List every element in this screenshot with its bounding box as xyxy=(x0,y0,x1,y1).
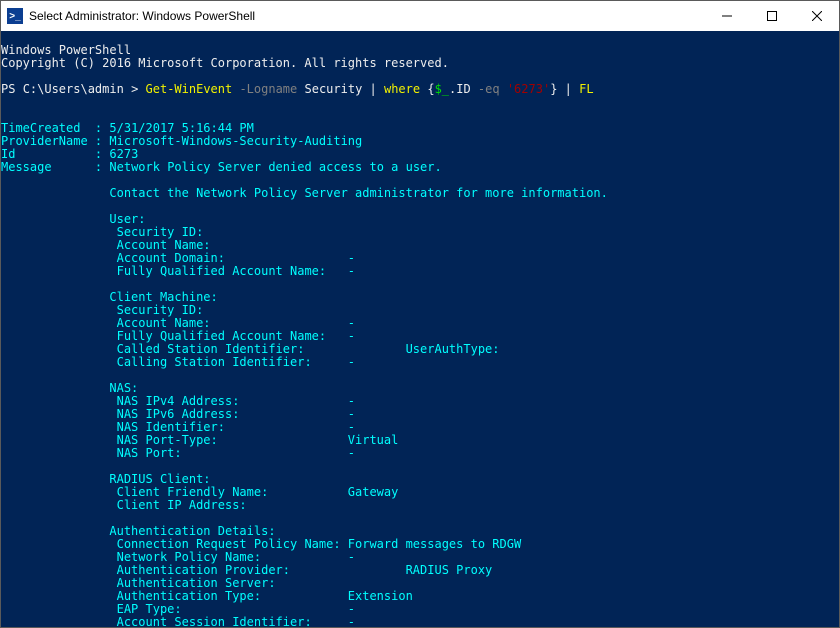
terminal-body[interactable]: Windows PowerShell Copyright (C) 2016 Mi… xyxy=(1,31,839,627)
section-nas: NAS: xyxy=(109,381,138,395)
client-called-station: Called Station Identifier: UserAuthType: xyxy=(109,342,499,356)
cmdlet-getwinevent: Get-WinEvent xyxy=(146,82,233,96)
window-title: Select Administrator: Windows PowerShell xyxy=(29,9,704,23)
user-account-domain: Account Domain: - xyxy=(109,251,355,265)
section-radius: RADIUS Client: xyxy=(109,472,210,486)
auth-eap: EAP Type: - xyxy=(109,602,355,616)
lbl-timecreated: TimeCreated xyxy=(1,121,88,135)
terminal-output: Windows PowerShell Copyright (C) 2016 Mi… xyxy=(1,44,839,627)
cmdlet-where: where xyxy=(384,82,420,96)
pipe2: | xyxy=(557,82,579,96)
val-id: 6273 xyxy=(109,147,138,161)
powershell-icon: >_ xyxy=(7,8,23,24)
val-message1: Network Policy Server denied access to a… xyxy=(109,160,441,174)
section-auth: Authentication Details: xyxy=(109,524,275,538)
minimize-button[interactable] xyxy=(704,1,749,31)
radius-ip: Client IP Address: xyxy=(109,498,246,512)
lbl-providername: ProviderName xyxy=(1,134,88,148)
op-eq: -eq xyxy=(471,82,500,96)
lbl-id: Id xyxy=(1,147,88,161)
val-providername: Microsoft-Windows-Security-Auditing xyxy=(109,134,362,148)
pipe1: | xyxy=(362,82,384,96)
auth-provider: Authentication Provider: RADIUS Proxy xyxy=(109,563,492,577)
header-line1: Windows PowerShell xyxy=(1,43,131,57)
prompt-ps: PS xyxy=(1,82,15,96)
radius-friendly: Client Friendly Name: Gateway xyxy=(109,485,398,499)
nas-identifier: NAS Identifier: - xyxy=(109,420,355,434)
powershell-window: >_ Select Administrator: Windows PowerSh… xyxy=(0,0,840,628)
section-client: Client Machine: xyxy=(109,290,217,304)
client-fq-account-name: Fully Qualified Account Name: - xyxy=(109,329,355,343)
prompt-path: C:\Users\admin xyxy=(23,82,124,96)
nas-port: NAS Port: - xyxy=(109,446,355,460)
auth-server: Authentication Server: xyxy=(109,576,275,590)
auth-type: Authentication Type: Extension xyxy=(109,589,412,603)
user-security-id: Security ID: xyxy=(109,225,203,239)
val-timecreated: 5/31/2017 5:16:44 PM xyxy=(109,121,254,135)
auth-conn-req: Connection Request Policy Name: Forward … xyxy=(109,537,521,551)
nas-port-type: NAS Port-Type: Virtual xyxy=(109,433,398,447)
val-message2: Contact the Network Policy Server admini… xyxy=(109,186,608,200)
nas-ipv6: NAS IPv6 Address: - xyxy=(109,407,355,421)
maximize-button[interactable] xyxy=(749,1,794,31)
user-account-name: Account Name: xyxy=(109,238,210,252)
auth-session: Account Session Identifier: - xyxy=(109,615,355,627)
lbl-message: Message xyxy=(1,160,88,174)
client-account-name: Account Name: - xyxy=(109,316,355,330)
arg-security: Security xyxy=(297,82,362,96)
close-button[interactable] xyxy=(794,1,839,31)
header-line2: Copyright (C) 2016 Microsoft Corporation… xyxy=(1,56,449,70)
cmdlet-fl: FL xyxy=(579,82,593,96)
val-6273: '6273' xyxy=(500,82,551,96)
section-user: User: xyxy=(109,212,145,226)
titlebar[interactable]: >_ Select Administrator: Windows PowerSh… xyxy=(1,1,839,31)
user-fq-account-name: Fully Qualified Account Name: - xyxy=(109,264,355,278)
auth-net-policy: Network Policy Name: - xyxy=(109,550,355,564)
client-calling-station: Calling Station Identifier: - xyxy=(109,355,355,369)
param-logname: -Logname xyxy=(232,82,297,96)
nas-ipv4: NAS IPv4 Address: - xyxy=(109,394,355,408)
window-controls xyxy=(704,1,839,31)
dollar-underscore: $_ xyxy=(435,82,449,96)
prompt-gt: > xyxy=(124,82,146,96)
client-security-id: Security ID: xyxy=(109,303,203,317)
brace-open: { xyxy=(420,82,434,96)
dot-id: .ID xyxy=(449,82,471,96)
